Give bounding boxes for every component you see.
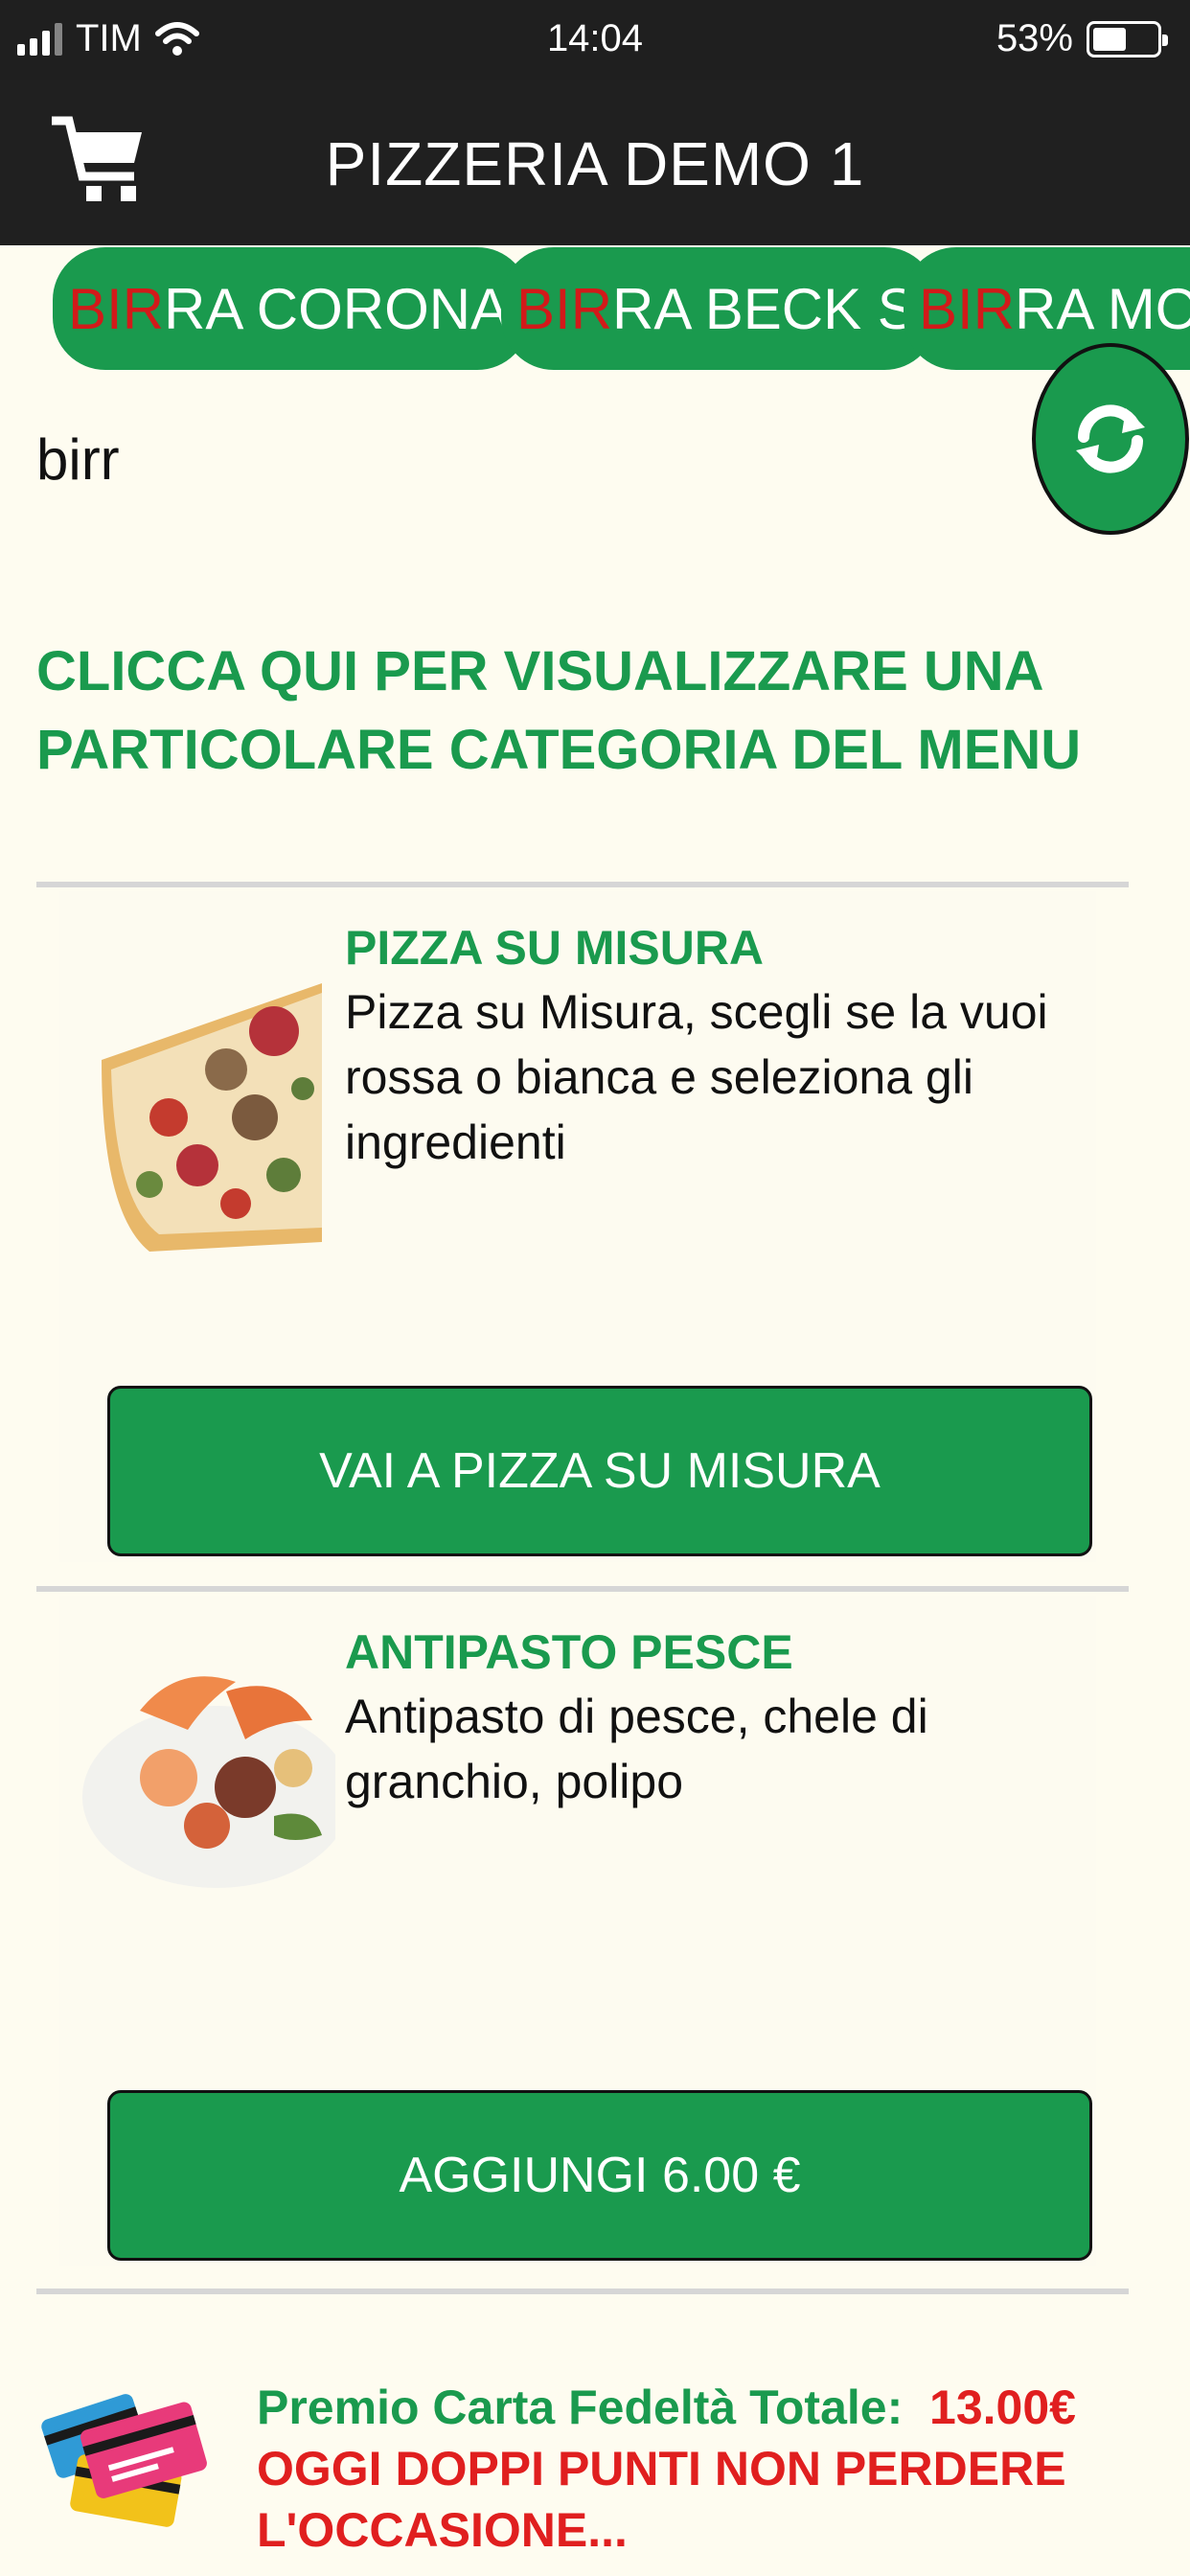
divider — [36, 882, 1129, 887]
battery-icon — [1087, 20, 1168, 58]
product-card: ANTIPASTO PESCE Antipasto di pesce, chel… — [59, 1596, 1096, 2266]
loyalty-section: Premio Carta Fedeltà Totale: 13.00€ OGGI… — [0, 2300, 1190, 2576]
promo-line: L'OCCASIONE... — [257, 2503, 628, 2557]
loyalty-label: Premio Carta Fedeltà Totale: — [257, 2380, 904, 2434]
refresh-button[interactable] — [1032, 343, 1189, 535]
chip-highlight: BIR — [919, 276, 1016, 341]
app-header: PIZZERIA DEMO 1 — [0, 80, 1190, 245]
search-query: birr — [36, 427, 120, 492]
status-right: 53% — [995, 17, 1168, 60]
loyalty-text: Premio Carta Fedeltà Totale: 13.00€ OGGI… — [257, 2377, 1076, 2561]
chip-birra-mor[interactable]: BIRRA MOR — [904, 247, 1190, 370]
refresh-icon — [1076, 404, 1145, 473]
product-name: ANTIPASTO PESCE — [345, 1625, 793, 1679]
category-link[interactable]: CLICCA QUI PER VISUALIZZARE UNA PARTICOL… — [36, 632, 1090, 790]
product-card: PIZZA SU MISURA Pizza su Misura, scegli … — [59, 891, 1096, 1562]
loyalty-value: 13.00€ — [929, 2380, 1076, 2434]
product-description: Antipasto di pesce, chele di granchio, p… — [345, 1690, 928, 1808]
loyalty-cards-icon — [41, 2394, 207, 2527]
product-name: PIZZA SU MISURA — [345, 921, 765, 975]
suggestion-chips: BIRRA CORONA BIRRA BECK S BIRRA MOR — [0, 245, 1190, 375]
go-to-pizza-button[interactable]: VAI A PIZZA SU MISURA — [107, 1386, 1092, 1556]
divider — [36, 2288, 1129, 2294]
promo-line: OGGI DOPPI PUNTI NON PERDERE — [257, 2442, 1066, 2496]
page-title: PIZZERIA DEMO 1 — [325, 129, 865, 198]
chip-highlight: BIR — [516, 276, 613, 341]
pizza-image — [82, 926, 335, 1271]
chip-birra-corona[interactable]: BIR RA CORONA — [53, 247, 531, 370]
battery-percent: 53% — [995, 17, 1073, 59]
status-bar: TIM 14:04 53% — [0, 0, 1190, 80]
divider — [36, 1586, 1129, 1592]
chip-highlight: BIR — [68, 276, 165, 341]
product-description: Pizza su Misura, scegli se la vuoi rossa… — [345, 985, 1048, 1169]
chip-label: RA MOR — [1015, 276, 1190, 341]
chip-label: RA BECK S — [612, 276, 916, 341]
chip-label: RA CORONA — [164, 276, 510, 341]
chip-birra-becks[interactable]: BIR RA BECK S — [501, 247, 937, 370]
seafood-image — [82, 1644, 335, 1893]
add-to-cart-button[interactable]: AGGIUNGI 6.00 € — [107, 2090, 1092, 2261]
